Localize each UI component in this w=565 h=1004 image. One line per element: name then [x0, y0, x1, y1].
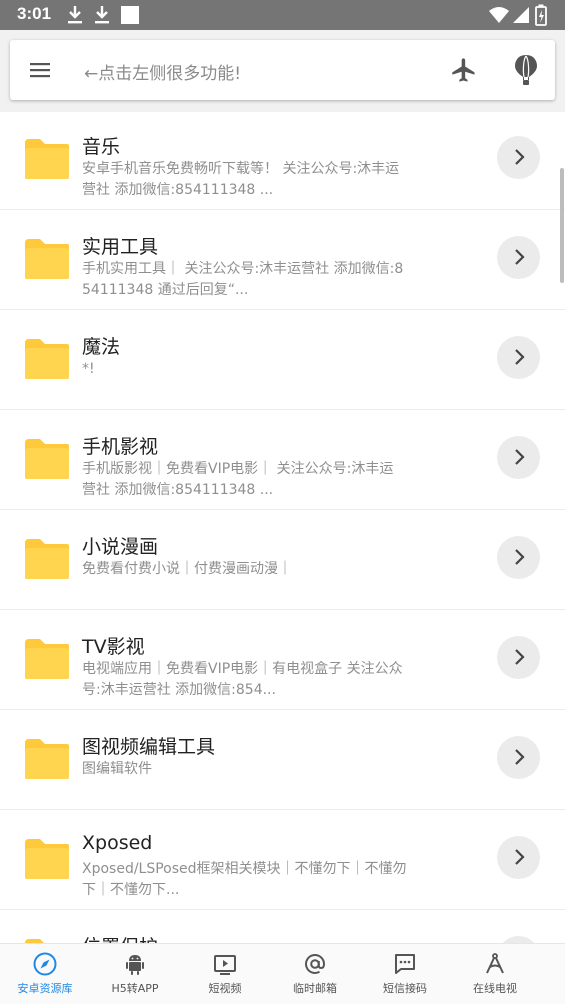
folder-icon — [25, 439, 69, 479]
open-button[interactable] — [497, 536, 540, 579]
item-title: 小说漫画 — [82, 536, 159, 558]
open-button[interactable] — [497, 636, 540, 679]
item-title: 图视频编辑工具 — [82, 736, 216, 758]
nav-label: 短信接码 — [383, 982, 427, 995]
list-item[interactable]: 魔法 *! — [0, 310, 565, 410]
download-icon — [95, 6, 109, 24]
item-description: 图编辑软件 — [82, 761, 152, 777]
nav-item-temp-mail[interactable]: 临时邮箱 — [270, 944, 360, 1004]
search-hint[interactable]: ←点击左侧很多功能! — [84, 59, 241, 84]
item-title: 实用工具 — [82, 236, 159, 258]
bottom-navigation: 安卓资源库 H5转APP 短视频 临时邮箱 短信接码 在线电视 — [0, 943, 565, 1004]
chevron-right-icon — [515, 449, 525, 465]
hot-air-balloon-icon[interactable] — [513, 54, 539, 86]
folder-icon — [25, 139, 69, 179]
open-button[interactable] — [497, 336, 540, 379]
open-button[interactable] — [497, 136, 540, 179]
android-icon — [126, 955, 144, 975]
at-icon — [305, 954, 326, 974]
open-button[interactable] — [497, 736, 540, 779]
list-item[interactable]: 实用工具 手机实用工具｜ 关注公众号:沐丰运营社 添加微信:854111348 … — [0, 210, 565, 310]
item-description: 手机版影视｜免费看VIP电影｜ 关注公众号:沐丰运营社 添加微信:8541113… — [82, 461, 394, 498]
item-description: 手机实用工具｜ 关注公众号:沐丰运营社 添加微信:854111348 通过后回复… — [82, 261, 404, 298]
folder-icon — [25, 239, 69, 279]
nav-item-sms-code[interactable]: 短信接码 — [360, 944, 450, 1004]
search-bar[interactable]: ←点击左侧很多功能! — [10, 40, 555, 100]
nav-label: 短视频 — [208, 982, 242, 995]
status-bar: 3:01 — [0, 0, 565, 30]
resource-list: 音乐 安卓手机音乐免费畅听下载等！ 关注公众号:沐丰运营社 添加微信:85411… — [0, 110, 565, 943]
item-description: 免费看付费小说｜付费漫画动漫｜ — [82, 561, 292, 577]
search-area: ←点击左侧很多功能! — [0, 30, 565, 112]
wifi-icon — [489, 7, 509, 23]
item-title: 位置保护 — [82, 932, 158, 943]
item-title: 音乐 — [82, 136, 121, 158]
list-item[interactable]: 音乐 安卓手机音乐免费畅听下载等！ 关注公众号:沐丰运营社 添加微信:85411… — [0, 110, 565, 210]
tv-antenna-icon — [486, 953, 504, 974]
signal-icon — [513, 7, 529, 23]
nav-label: H5转APP — [111, 982, 159, 995]
video-icon — [214, 955, 236, 975]
folder-icon — [25, 639, 69, 679]
open-button[interactable] — [497, 936, 540, 943]
list-item[interactable]: 图视频编辑工具 图编辑软件 — [0, 710, 565, 810]
chevron-right-icon — [515, 349, 525, 365]
chevron-right-icon — [515, 749, 525, 765]
list-item[interactable]: 位置保护 — [0, 910, 565, 943]
nav-label: 临时邮箱 — [293, 982, 337, 995]
open-button[interactable] — [497, 836, 540, 879]
download-icon — [68, 6, 82, 24]
list-item[interactable]: TV影视 电视端应用｜免费看VIP电影｜有电视盒子 关注公众号:沐丰运营社 添加… — [0, 610, 565, 710]
item-description: 电视端应用｜免费看VIP电影｜有电视盒子 关注公众号:沐丰运营社 添加微信:85… — [82, 661, 403, 698]
item-description: 安卓手机音乐免费畅听下载等！ 关注公众号:沐丰运营社 添加微信:85411134… — [82, 161, 400, 198]
airplane-icon[interactable] — [450, 56, 478, 84]
sms-icon — [395, 954, 415, 974]
chevron-right-icon — [515, 149, 525, 165]
item-title: Xposed — [82, 832, 153, 854]
nav-item-online-tv[interactable]: 在线电视 — [450, 944, 540, 1004]
compass-icon — [33, 952, 57, 976]
open-button[interactable] — [497, 436, 540, 479]
open-button[interactable] — [497, 236, 540, 279]
menu-icon[interactable] — [28, 58, 52, 82]
list-item[interactable]: Xposed Xposed/LSPosed框架相关模块｜不懂勿下｜不懂勿下｜不懂… — [0, 810, 565, 910]
chevron-right-icon — [515, 249, 525, 265]
nav-item-android-library[interactable]: 安卓资源库 — [0, 944, 90, 1004]
chevron-right-icon — [515, 549, 525, 565]
item-title: 手机影视 — [82, 436, 159, 458]
folder-icon — [25, 339, 69, 379]
nav-item-short-video[interactable]: 短视频 — [180, 944, 270, 1004]
chevron-right-icon — [515, 649, 525, 665]
list-item[interactable]: 手机影视 手机版影视｜免费看VIP电影｜ 关注公众号:沐丰运营社 添加微信:85… — [0, 410, 565, 510]
scrollbar-thumb[interactable] — [560, 168, 564, 283]
item-description: *! — [82, 361, 95, 377]
folder-icon — [25, 739, 69, 779]
chevron-right-icon — [515, 849, 525, 865]
notification-square-icon — [121, 6, 139, 24]
list-item[interactable]: 小说漫画 免费看付费小说｜付费漫画动漫｜ — [0, 510, 565, 610]
folder-icon — [25, 839, 69, 879]
folder-icon — [25, 539, 69, 579]
item-title: 魔法 — [82, 336, 121, 358]
nav-label: 安卓资源库 — [17, 982, 73, 995]
nav-label: 在线电视 — [473, 982, 517, 995]
item-title: TV影视 — [82, 636, 145, 658]
item-description: Xposed/LSPosed框架相关模块｜不懂勿下｜不懂勿下｜不懂勿下... — [82, 861, 407, 898]
nav-item-h5-to-app[interactable]: H5转APP — [90, 944, 180, 1004]
status-time: 3:01 — [17, 4, 52, 23]
battery-icon — [535, 4, 547, 26]
